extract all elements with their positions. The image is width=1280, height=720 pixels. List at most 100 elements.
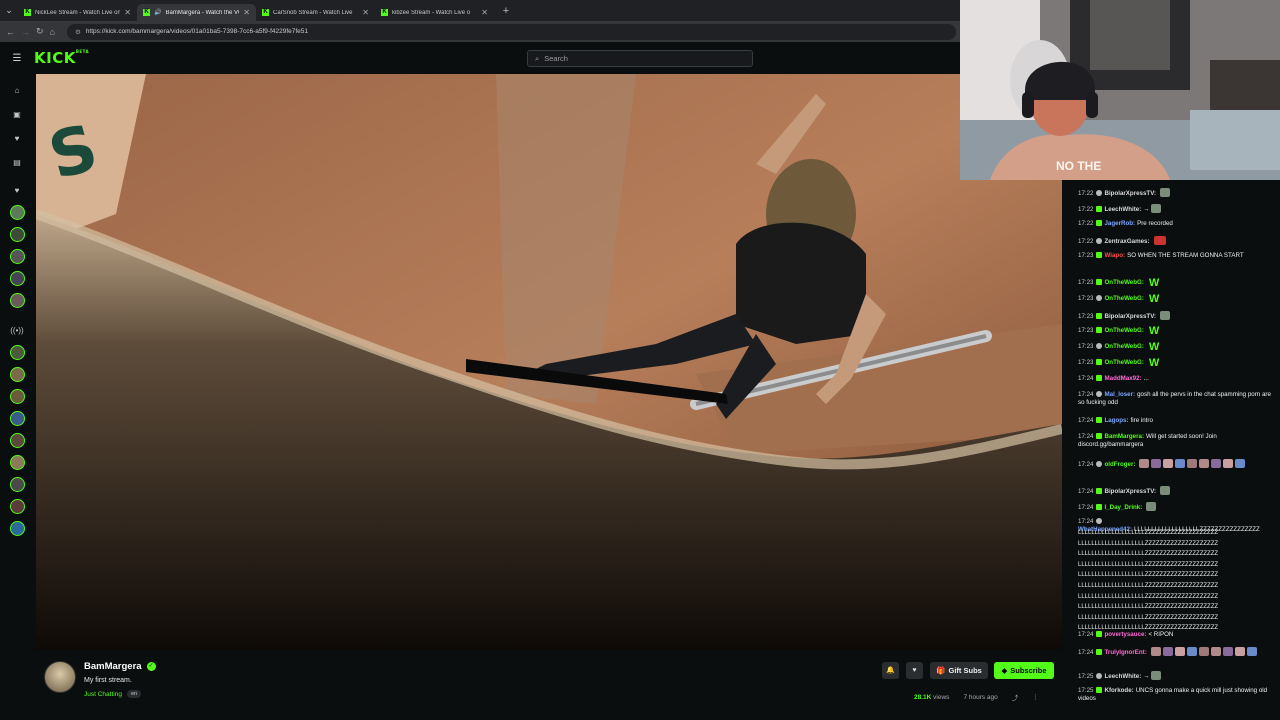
- channel-avatar[interactable]: [44, 661, 76, 693]
- browse-nav-icon[interactable]: ▣: [10, 108, 24, 122]
- browser-tab[interactable]: K kibzee Stream - Watch Live o ✕: [375, 4, 494, 21]
- chat-timestamp: 17:23: [1078, 279, 1094, 286]
- sidebar-channel-avatar[interactable]: [9, 345, 25, 360]
- chat-message: 17:25 Kforkode: UNCS gonna make a quick mi…: [1078, 687, 1274, 704]
- chat-username[interactable]: BipolarXpressTV:: [1104, 190, 1156, 197]
- chat-spam-line: LLLLLLLLLLLLLLLLLLLLZZZZZZZZZZZZZZZZZZZZ: [1078, 551, 1219, 558]
- chat-emote-icon: [1163, 459, 1174, 468]
- chat-timestamp: 17:24: [1078, 391, 1094, 398]
- speaker-icon[interactable]: 🔊: [154, 9, 161, 16]
- chat-spam-line: LLLLLLLLLLLLLLLLLLLLZZZZZZZZZZZZZZZZZZZZ: [1078, 614, 1219, 621]
- chat-username[interactable]: LeechWhite:: [1104, 673, 1141, 680]
- share-icon[interactable]: ⤴: [1012, 692, 1019, 702]
- sidebar-channel-avatar[interactable]: [9, 367, 25, 382]
- chat-emote-icon: [1151, 204, 1162, 213]
- kick-favicon-icon: K: [24, 9, 31, 16]
- chat-username[interactable]: BipolarXpressTV:: [1104, 313, 1156, 320]
- browser-tab[interactable]: K NickLee Stream - Watch Live on Ki ✕: [18, 4, 137, 21]
- close-tab-icon[interactable]: ✕: [243, 8, 250, 17]
- search-input[interactable]: ⌕ Search: [527, 50, 753, 67]
- chat-username[interactable]: Wiapo:: [1104, 252, 1125, 259]
- chat-emote-icon: [1186, 647, 1197, 656]
- new-tab-icon[interactable]: +: [498, 5, 514, 17]
- home-nav-icon[interactable]: ⌂: [10, 84, 24, 98]
- close-tab-icon[interactable]: ✕: [481, 8, 488, 17]
- chat-username[interactable]: oldFroger:: [1104, 461, 1135, 468]
- close-tab-icon[interactable]: ✕: [362, 8, 369, 17]
- chat-username[interactable]: Lagops:: [1104, 417, 1128, 424]
- chat-timestamp: 17:23: [1078, 327, 1094, 334]
- category-link[interactable]: Just Chatting: [84, 691, 122, 698]
- subscribe-button[interactable]: ◆ Subscribe: [994, 662, 1054, 679]
- back-icon[interactable]: ←: [6, 27, 15, 37]
- chat-message: 17:24 MaddMax92:...: [1078, 375, 1274, 383]
- tab-search-icon[interactable]: ⌄: [0, 0, 18, 21]
- sidebar-channel-avatar[interactable]: [9, 477, 25, 492]
- sidebar-channel-avatar[interactable]: [9, 521, 25, 536]
- chat-timestamp: 17:25: [1078, 687, 1094, 694]
- chat-timestamp: 17:24: [1078, 649, 1094, 656]
- chat-username[interactable]: OnTheWebG:: [1104, 327, 1143, 334]
- language-tag[interactable]: en: [126, 690, 142, 698]
- clips-nav-icon[interactable]: ▤: [10, 156, 24, 170]
- sidebar-channel-avatar[interactable]: [9, 411, 25, 426]
- sidebar-channel-avatar[interactable]: [9, 249, 25, 264]
- chat-username[interactable]: OnTheWebG:: [1104, 279, 1143, 286]
- sidebar-channel-avatar[interactable]: [9, 205, 25, 220]
- forward-icon[interactable]: →: [21, 27, 30, 37]
- gift-subs-button[interactable]: 🎁 Gift Subs: [930, 662, 988, 679]
- chat-spam-block: LLLLLLLLLLLLLLLLLLLLZZZZZZZZZZZZZZZZZZZZ…: [1078, 528, 1258, 634]
- follow-heart-button[interactable]: ♥: [906, 662, 923, 679]
- chat-username[interactable]: TrulyIgnorEnt:: [1104, 649, 1146, 656]
- chat-username[interactable]: BamMargera:: [1104, 433, 1144, 440]
- browser-tab[interactable]: K CarSnob Stream - Watch Live ✕: [256, 4, 375, 21]
- chat-username[interactable]: OnTheWebG:: [1104, 295, 1143, 302]
- webcam-overlay: NO THE: [960, 0, 1280, 180]
- chat-username[interactable]: Mal_loser:: [1104, 391, 1135, 398]
- reload-icon[interactable]: ↻: [36, 26, 44, 37]
- recommended-icon: ((•)): [10, 326, 24, 335]
- chat-message: 17:22 ZentraxGames:: [1078, 236, 1274, 246]
- browser-tab-active[interactable]: K 🔊 BamMargera - Watch the VOD ✕: [137, 4, 256, 21]
- chat-username[interactable]: OnTheWebG:: [1104, 343, 1143, 350]
- sidebar-channel-avatar[interactable]: [9, 433, 25, 448]
- more-options-icon[interactable]: ⋮: [1032, 693, 1039, 701]
- chat-timestamp: 17:24: [1078, 417, 1094, 424]
- close-tab-icon[interactable]: ✕: [124, 8, 131, 17]
- chat-username[interactable]: ZentraxGames:: [1104, 238, 1149, 245]
- sidebar-channel-avatar[interactable]: [9, 227, 25, 242]
- chat-username[interactable]: LeechWhite:: [1104, 206, 1141, 213]
- chat-timestamp: 17:22: [1078, 190, 1094, 197]
- notification-bell-button[interactable]: 🔔: [882, 662, 899, 679]
- chat-emote-w: W: [1148, 341, 1160, 353]
- sidebar-channel-avatar[interactable]: [9, 499, 25, 514]
- chat-spam-line: LLLLLLLLLLLLLLLLLLLLZZZZZZZZZZZZZZZZZZZZ: [1078, 593, 1219, 600]
- chat-username[interactable]: Kforkode:: [1104, 687, 1133, 694]
- sidebar-channel-avatar[interactable]: [9, 271, 25, 286]
- home-icon[interactable]: ⌂: [50, 27, 55, 37]
- menu-icon[interactable]: ☰: [0, 53, 34, 64]
- chat-username[interactable]: JagerRob:: [1104, 220, 1135, 227]
- chat-badge-icon: [1096, 649, 1103, 655]
- chat-emote-icon: [1146, 502, 1157, 511]
- chat-username[interactable]: MaddMax92:: [1104, 375, 1141, 382]
- url-field[interactable]: ⚙ https://kick.com/bammargera/videos/01a…: [66, 23, 956, 40]
- chat-spam-line: LLLLLLLLLLLLLLLLLLLLZZZZZZZZZZZZZZZZZZZZ: [1078, 582, 1219, 589]
- sidebar-channel-avatar[interactable]: [9, 293, 25, 308]
- sidebar-channel-avatar[interactable]: [9, 389, 25, 404]
- following-nav-icon[interactable]: ♥: [10, 132, 24, 146]
- chat-username[interactable]: OnTheWebG:: [1104, 359, 1143, 366]
- channel-name[interactable]: BamMargera: [84, 661, 142, 672]
- chat-username[interactable]: BipolarXpressTV:: [1104, 488, 1156, 495]
- site-info-icon[interactable]: ⚙: [75, 28, 81, 36]
- video-player[interactable]: S: [36, 74, 1062, 650]
- chat-username[interactable]: I_Day_Drink:: [1104, 504, 1142, 511]
- kick-logo[interactable]: KICKBETA: [34, 49, 89, 67]
- chat-message: 17:24 Mal_loser: gosh all the pervs in the…: [1078, 391, 1274, 408]
- chat-message: 17:23 Wiapo: SO WHEN THE STREAM GONNA STAR…: [1078, 252, 1274, 260]
- sidebar-channel-avatar[interactable]: [9, 455, 25, 470]
- chat-message: 17:23 OnTheWebG: W: [1078, 358, 1274, 369]
- chat-emote-icon: [1223, 459, 1234, 468]
- chat-emote-icon: [1235, 459, 1246, 468]
- chat-emote-icon: [1234, 647, 1245, 656]
